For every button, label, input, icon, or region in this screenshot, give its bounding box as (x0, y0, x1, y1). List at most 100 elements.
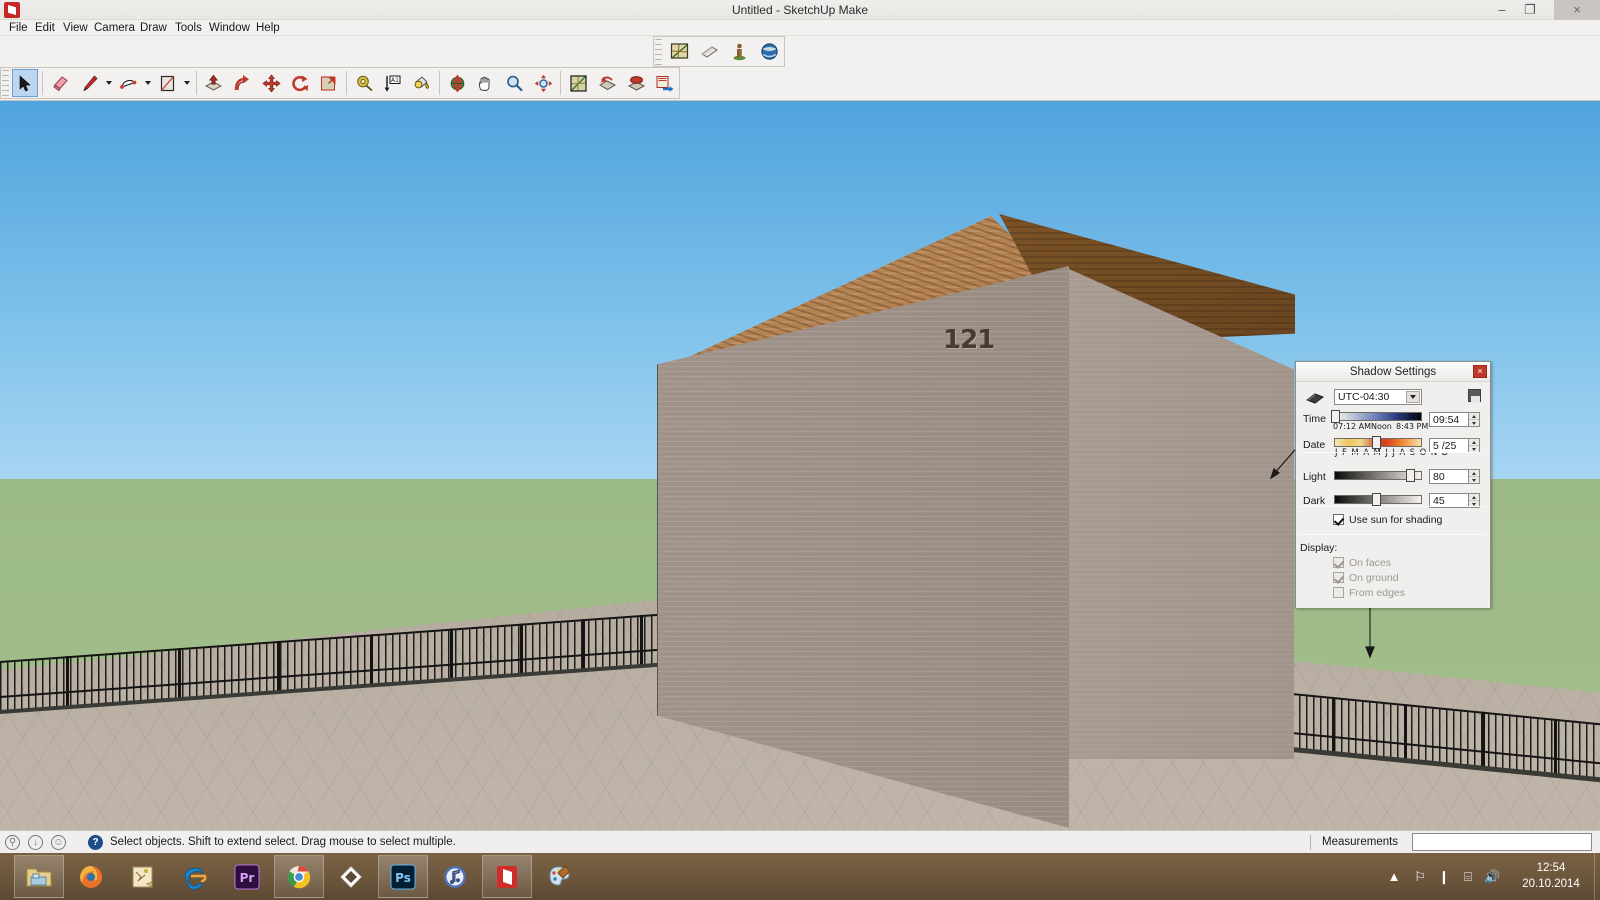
tool-line-dropdown[interactable] (104, 69, 114, 97)
shadow-dialog-close-button[interactable]: × (1473, 365, 1487, 378)
menu-view[interactable]: View (58, 20, 93, 36)
taskbar-chrome[interactable] (274, 855, 324, 898)
taskbar-notes[interactable] (118, 855, 168, 898)
tool-rectangle[interactable] (154, 69, 181, 97)
shadow-dialog-titlebar[interactable]: Shadow Settings × (1296, 362, 1490, 382)
window-maximize-button[interactable]: ❐ (1516, 0, 1544, 20)
tool-rectangle-dropdown[interactable] (182, 69, 192, 97)
menu-edit[interactable]: Edit (30, 20, 60, 36)
toolbar-section-display[interactable] (695, 38, 723, 66)
tool-iso-view[interactable] (565, 69, 592, 97)
window-close-button[interactable]: × (1554, 0, 1600, 20)
select-arrow-icon (19, 74, 31, 91)
show-desktop-button[interactable] (1594, 853, 1600, 900)
taskbar-paint[interactable] (534, 855, 584, 898)
toolbar-grip[interactable] (655, 37, 662, 66)
tool-move[interactable] (258, 69, 285, 97)
tool-paint-bucket[interactable] (408, 69, 435, 97)
toolbar-separator (195, 71, 197, 95)
from-edges-checkbox[interactable] (1333, 587, 1344, 598)
status-info-icon[interactable]: ⚲ (5, 835, 20, 850)
taskbar-ie[interactable] (170, 855, 220, 898)
menu-tools[interactable]: Tools (170, 20, 207, 36)
tool-zoom[interactable] (501, 69, 528, 97)
light-slider-thumb[interactable] (1406, 469, 1415, 482)
status-help-icon[interactable]: ? (88, 835, 103, 850)
tool-zoom-extents[interactable] (530, 69, 557, 97)
menu-draw[interactable]: Draw (135, 20, 172, 36)
taskbar-firefox[interactable] (66, 855, 116, 898)
menu-camera[interactable]: Camera (89, 20, 140, 36)
date-stepper-up[interactable] (1469, 439, 1479, 446)
taskbar-premiere[interactable]: Pr (222, 855, 272, 898)
window-minimize-button[interactable]: – (1488, 0, 1516, 20)
toolbar-geolocation[interactable] (755, 38, 783, 66)
menu-window[interactable]: Window (204, 20, 255, 36)
tool-next-view[interactable] (651, 69, 678, 97)
toolbar-person-scale[interactable] (725, 38, 753, 66)
time-stepper-down[interactable] (1469, 420, 1479, 426)
time-stepper-up[interactable] (1469, 413, 1479, 420)
status-download-icon[interactable]: ↓ (28, 835, 43, 850)
menu-file[interactable]: File (4, 20, 33, 36)
light-stepper-up[interactable] (1469, 470, 1479, 477)
tool-arc[interactable] (115, 69, 142, 97)
pan-hand-icon (479, 76, 490, 91)
tool-followme[interactable] (229, 69, 256, 97)
taskbar-file-explorer[interactable] (14, 855, 64, 898)
time-value-field[interactable]: 09:54 (1429, 412, 1469, 427)
tool-arc-dropdown[interactable] (143, 69, 153, 97)
tool-dimension[interactable]: A1 (379, 69, 406, 97)
shadow-settings-dialog[interactable]: Shadow Settings × UTC-04:30 Time 07:12 A… (1295, 361, 1491, 608)
tool-select[interactable] (11, 69, 39, 97)
date-label: Date (1303, 439, 1326, 451)
clock-date: 20.10.2014 (1522, 878, 1580, 890)
on-ground-checkbox[interactable] (1333, 572, 1344, 583)
tool-eraser[interactable] (47, 69, 74, 97)
date-value-field[interactable]: 5 /25 (1429, 438, 1469, 453)
taskbar-photoshop[interactable]: Ps (378, 855, 428, 898)
display-group-label: Display: (1300, 542, 1338, 554)
tray-battery-icon[interactable]: ❙ (1436, 869, 1452, 885)
toolbar-grip[interactable] (2, 68, 9, 98)
followme-icon (234, 74, 249, 90)
tool-orbit[interactable] (444, 69, 471, 97)
tray-network-icon[interactable]: ⌸ (1460, 869, 1476, 885)
tray-action-center-icon[interactable]: ⚐ (1412, 869, 1428, 885)
tool-previous-view[interactable] (594, 69, 621, 97)
measurements-input[interactable] (1412, 833, 1592, 851)
time-slider-track[interactable] (1334, 412, 1422, 421)
tool-top-view[interactable] (623, 69, 650, 97)
tray-volume-icon[interactable]: 🔊 (1484, 869, 1500, 885)
on-faces-checkbox[interactable] (1333, 557, 1344, 568)
photoshop-icon: Ps (390, 864, 416, 889)
use-sun-checkbox[interactable] (1333, 514, 1344, 525)
tool-pan[interactable] (472, 69, 499, 97)
next-view-icon (656, 75, 674, 92)
dark-stepper-up[interactable] (1469, 494, 1479, 501)
menu-help[interactable]: Help (251, 20, 285, 36)
tool-scale[interactable] (315, 69, 342, 97)
tool-tape-measure[interactable] (351, 69, 378, 97)
chevron-down-icon[interactable] (1406, 391, 1420, 403)
taskbar-clock[interactable]: 12:54 20.10.2014 (1512, 860, 1590, 892)
timezone-select[interactable]: UTC-04:30 (1334, 389, 1422, 405)
taskbar-itunes[interactable] (430, 855, 480, 898)
light-stepper[interactable] (1469, 469, 1480, 484)
light-stepper-down[interactable] (1469, 477, 1479, 483)
date-stepper[interactable] (1469, 438, 1480, 453)
tray-show-hidden-icon[interactable]: ▲ (1386, 869, 1402, 885)
taskbar-sketchup[interactable] (482, 855, 532, 898)
tool-pushpull[interactable] (200, 69, 227, 97)
paint-bucket-icon (414, 75, 429, 89)
toolbar-section-plane[interactable] (665, 38, 693, 66)
tool-line[interactable] (76, 69, 103, 97)
taskbar-diamond[interactable] (326, 855, 376, 898)
time-label: Time (1303, 413, 1326, 425)
light-value-field[interactable]: 80 (1429, 469, 1469, 484)
status-account-icon[interactable]: ☺ (51, 835, 66, 850)
time-stepper[interactable] (1469, 412, 1480, 427)
tool-rotate[interactable] (287, 69, 314, 97)
save-settings-icon[interactable] (1468, 389, 1481, 403)
dark-slider-thumb[interactable] (1372, 493, 1381, 506)
